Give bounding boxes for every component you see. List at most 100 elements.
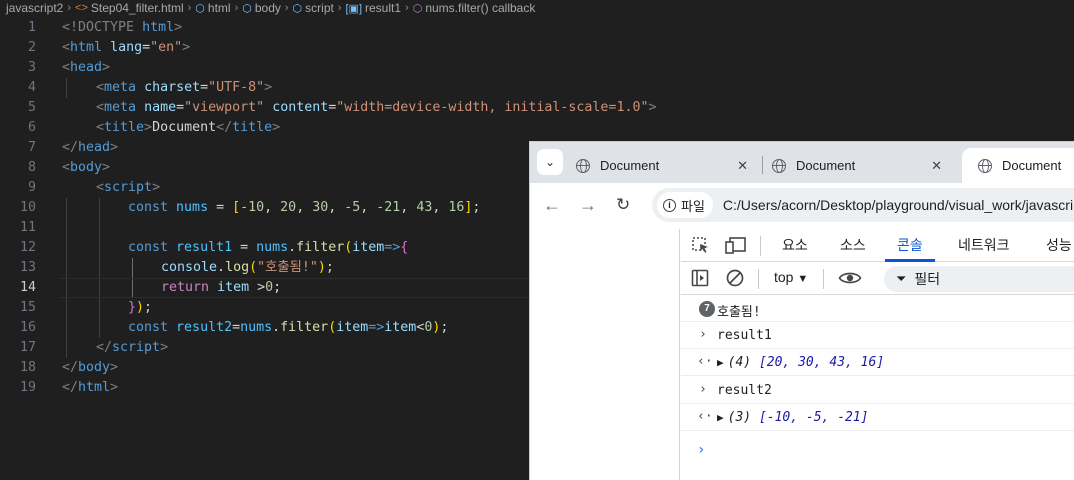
tab-title: Document [1002,158,1062,173]
repeat-count-badge: 7 [699,301,715,317]
array-result[interactable]: ▶ (4) [20, 30, 43, 16] [717,355,884,370]
toolbar-divider [760,236,761,256]
page-viewport [530,229,680,480]
breadcrumb-item-file[interactable]: <> Step04_filter.html [75,1,184,15]
line-number: 4 [27,80,36,95]
console-prompt[interactable]: › [697,442,705,458]
sidebar-toggle-icon[interactable] [691,269,711,287]
devtools-panel: 요소 소스 콘솔 네트워크 성능 top ▼ ⏷ 필터 7 호출됨! › res… [681,229,1074,480]
chevron-right-icon: › [337,2,342,14]
toolbar-divider [758,269,759,289]
line-number: 11 [19,220,36,235]
line-number: 18 [19,360,36,375]
tab-performance[interactable]: 성능 [1046,229,1072,262]
url-text: C:/Users/acorn/Desktop/playground/visual… [722,197,1074,213]
element-icon: ⬡ [292,2,303,15]
line-number: 15 [19,300,36,315]
expand-triangle-icon[interactable]: ▶ [717,356,724,369]
breadcrumb-item-body[interactable]: ⬡ body [242,1,281,15]
omnibox[interactable]: i 파일 C:/Users/acorn/Desktop/playground/v… [652,188,1074,222]
line-number: 9 [27,180,36,195]
code-line: 2 <html lang="en"> [0,38,1074,58]
line-number: 17 [19,340,36,355]
line-number: 6 [27,120,36,135]
code-text: <meta charset="UTF-8"> [96,80,273,95]
console-result-row[interactable]: ‹· ▶ (3) [-10, -5, -21] [681,405,1074,431]
line-number: 10 [19,200,36,215]
breadcrumb-item-script[interactable]: ⬡ script [293,1,334,15]
line-number: 8 [27,160,36,175]
breadcrumb-label: body [254,1,281,15]
console-input-row: › result1 [681,323,1074,349]
code-line: 4 <meta charset="UTF-8"> [0,78,1074,98]
code-text: </body> [62,360,119,375]
chevron-right-icon: › [699,382,707,397]
close-icon[interactable]: ✕ [931,158,942,174]
site-info-chip[interactable]: i 파일 [657,192,713,218]
line-number: 12 [19,240,36,255]
breadcrumb-item-result1[interactable]: [▣] result1 [346,1,402,15]
context-selector[interactable]: top ▼ [774,269,808,285]
info-icon: i [663,198,676,212]
element-icon: ⬡ [242,2,252,15]
breadcrumb-item-html[interactable]: ⬡ html [195,1,230,15]
breadcrumb-item-callback[interactable]: ⬡ nums.filter() callback [413,1,536,15]
tab-sources[interactable]: 소스 [840,229,866,262]
code-text: <html lang="en"> [62,40,191,55]
line-number: 2 [27,40,36,55]
array-length: (4) [727,355,752,370]
code-text: <head> [62,60,111,75]
console-input: result2 [717,383,772,398]
browser-tab-active[interactable]: Document [962,148,1074,183]
breadcrumb-label: javascript2 [6,1,64,15]
breadcrumb: javascript2 › <> Step04_filter.html › ⬡ ht… [0,0,1074,16]
filter-icon: ⏷ [896,271,907,286]
tab-title: Document [600,158,660,173]
breadcrumb-label: Step04_filter.html [90,1,184,15]
tab-search-button[interactable]: ⌄ [537,149,563,175]
close-icon[interactable]: ✕ [737,158,748,174]
forward-button[interactable]: → [579,195,597,216]
globe-icon [772,158,786,173]
console-toolbar: top ▼ ⏷ 필터 [681,262,1074,295]
browser-tab[interactable]: Document ✕ [772,148,952,183]
chevron-right-icon: › [67,2,72,14]
code-text: }); [128,300,153,315]
tab-console[interactable]: 콘솔 [885,229,935,262]
caret-down-icon: ▼ [797,273,809,285]
chevron-down-icon: ⌄ [544,155,556,169]
tab-divider [762,156,763,174]
tab-network[interactable]: 네트워크 [958,229,1010,262]
clear-console-icon[interactable] [726,269,746,287]
browser-tab[interactable]: Document ✕ [576,148,758,183]
device-toolbar-icon[interactable] [725,236,746,254]
line-number: 3 [27,60,36,75]
eye-icon[interactable] [838,269,862,287]
chevron-right-icon: › [284,2,289,14]
expand-triangle-icon[interactable]: ▶ [717,411,724,424]
code-line: 3 <head> [0,58,1074,78]
line-number: 7 [27,140,36,155]
tab-title: Document [796,158,856,173]
array-result[interactable]: ▶ (3) [-10, -5, -21] [717,410,869,425]
log-message: 호출됨! [717,305,761,320]
inspect-element-icon[interactable] [691,236,711,254]
reload-button[interactable]: ↻ [616,195,630,215]
array-values: [-10, -5, -21] [758,410,869,425]
tab-elements[interactable]: 요소 [782,229,808,262]
variable-icon: [▣] [345,2,363,15]
chevron-right-icon: › [405,2,409,14]
code-text: </head> [62,140,119,155]
code-text: <!DOCTYPE html> [62,20,183,35]
breadcrumb-label: result1 [365,1,402,15]
return-arrow-icon: ‹· [697,354,713,369]
console-result-row[interactable]: ‹· ▶ (4) [20, 30, 43, 16] [681,350,1074,376]
code-text: <body> [62,160,111,175]
back-button[interactable]: ← [543,195,561,216]
breadcrumb-item-folder[interactable]: javascript2 [6,1,63,15]
console-input: result1 [717,328,772,343]
console-filter-input[interactable]: ⏷ 필터 [884,266,1074,292]
array-values: [20, 30, 43, 16] [758,355,885,370]
method-icon: ⬡ [412,2,423,15]
address-bar: ← → ↻ i 파일 C:/Users/acorn/Desktop/playgr… [530,183,1074,229]
